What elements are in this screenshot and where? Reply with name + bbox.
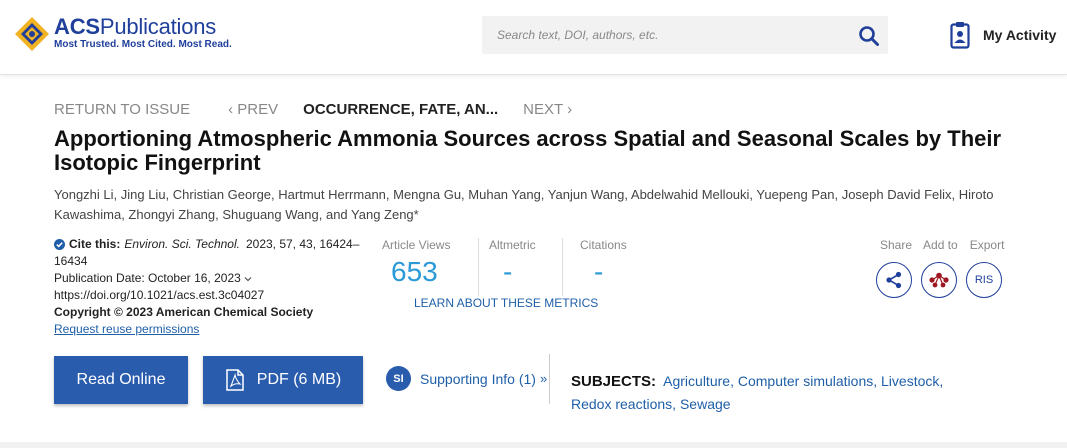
learn-about-metrics-link[interactable]: LEARN ABOUT THESE METRICS [414,296,598,310]
share-icon [886,271,902,289]
altmetric-value: - [503,256,513,287]
citation-pages: 16434 [54,254,88,268]
acs-publications-logo[interactable]: ACSPublications Most Trusted. Most Cited… [14,15,232,52]
subject-livestock[interactable]: Livestock [881,373,939,389]
journal-name: Environ. Sci. Technol. [124,237,240,251]
read-online-button[interactable]: Read Online [54,356,188,404]
article-metrics: Article Views 653 Altmetric - Citations … [382,238,652,296]
chevron-down-icon [244,276,252,282]
subject-agriculture[interactable]: Agriculture [663,373,730,389]
add-to-label: Add to [923,238,958,252]
prev-article-link[interactable]: ‹ PREV [228,101,278,118]
return-to-issue-link[interactable]: RETURN TO ISSUE [54,101,190,118]
pdf-button-label: PDF (6 MB) [256,371,342,388]
reuse-permissions-link[interactable]: Request reuse permissions [54,321,364,338]
subjects-list: SUBJECTS: Agriculture, Computer simulati… [571,373,944,412]
article-title: Apportioning Atmospheric Ammonia Sources… [54,126,1002,175]
altmetric-label: Altmetric [489,238,536,252]
article-views-label: Article Views [382,238,451,252]
share-label: Share [880,238,913,252]
search-input[interactable] [482,16,842,54]
logo-brand-bold: ACS [54,14,100,39]
citations-value: - [594,256,604,287]
altmetric-metric: Altmetric - [478,238,562,296]
publication-date[interactable]: Publication Date: October 16, 2023 [54,270,364,287]
supporting-info-label: Supporting Info (1) [420,370,536,387]
current-section-label: OCCURRENCE, FATE, AN... [303,101,499,118]
next-article-link[interactable]: NEXT › [523,101,572,118]
export-ris-button[interactable]: RIS [966,262,1002,298]
article-actions: Share Add to Export RIS [876,238,1006,298]
citation-block: Cite this: Environ. Sci. Technol. 2023, … [54,236,364,338]
subject-sewage[interactable]: Sewage [680,396,731,412]
supporting-info-link[interactable]: SI Supporting Info (1) » [386,366,547,391]
pdf-file-icon [226,369,244,391]
copyright-notice: Copyright © 2023 American Chemical Socie… [54,305,314,319]
citations-label: Citations [580,238,627,252]
citations-metric: Citations - [562,238,652,296]
pdf-download-button[interactable]: PDF (6 MB) [203,356,363,404]
subjects-label: SUBJECTS: [571,373,657,390]
cite-this-label: Cite this: [69,237,121,251]
verified-check-icon [54,239,65,250]
export-label: Export [969,238,1005,252]
article-views-metric: Article Views 653 [382,238,478,296]
issue-navigation: RETURN TO ISSUE ‹ PREV OCCURRENCE, FATE,… [54,101,572,118]
share-button[interactable] [876,262,912,298]
my-activity-button[interactable]: My Activity [950,21,1056,49]
my-activity-label: My Activity [983,27,1057,43]
bottom-separator [0,442,1067,448]
acs-logo-icon [15,17,49,51]
citation-details: 2023, 57, 43, 16424– [245,237,360,251]
si-badge-icon: SI [386,366,411,391]
site-header: ACSPublications Most Trusted. Most Cited… [0,0,1067,75]
doi-link[interactable]: https://doi.org/10.1021/acs.est.3c04027 [54,287,364,304]
search-icon[interactable] [858,25,880,47]
subject-computer-simulations[interactable]: Computer simulations [738,373,873,389]
search-bar [482,16,888,54]
subject-redox-reactions[interactable]: Redox reactions [571,396,672,412]
clipboard-user-icon [950,22,970,49]
logo-brand-regular: Publications [99,14,217,39]
mendeley-icon [929,272,949,288]
section-divider [549,354,550,404]
article-views-value: 653 [391,256,438,287]
author-list[interactable]: Yongzhi Li, Jing Liu, Christian George, … [54,185,1014,225]
double-chevron-right-icon: » [539,371,548,386]
ris-label: RIS [974,274,994,286]
logo-tagline: Most Trusted. Most Cited. Most Read. [54,39,232,50]
add-to-mendeley-button[interactable] [921,262,957,298]
